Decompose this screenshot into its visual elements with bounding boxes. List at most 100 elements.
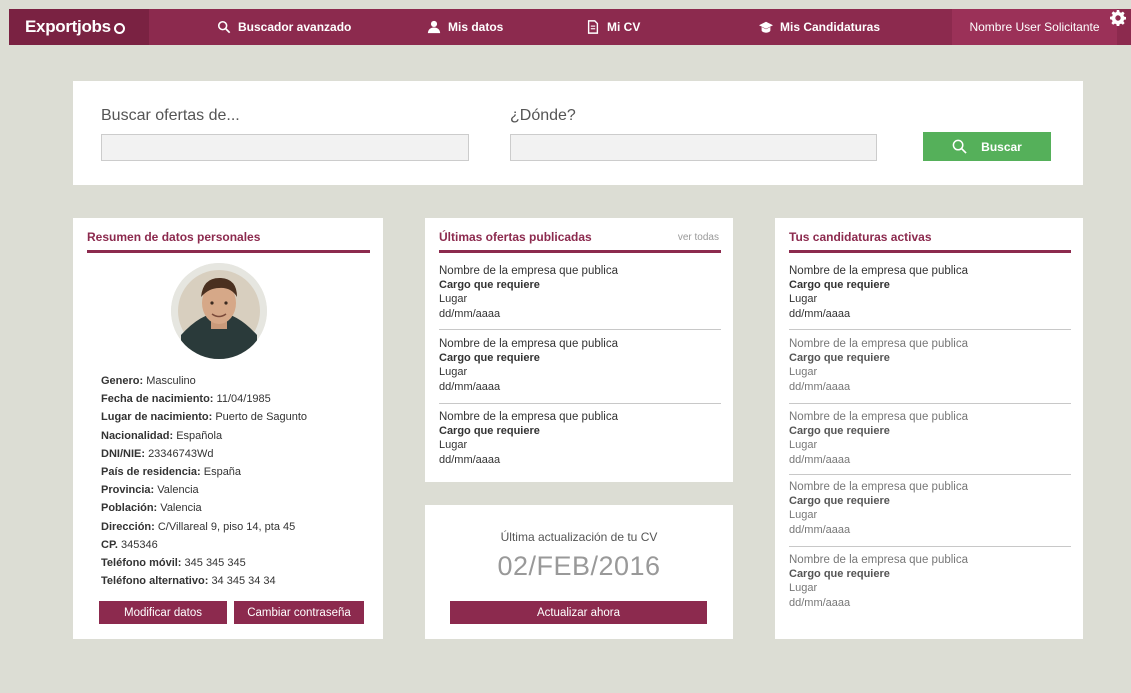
application-date: dd/mm/aaaa [789, 596, 851, 609]
application-company: Nombre de la empresa que publica [789, 554, 968, 566]
card-title: Últimas ofertas publicadas [439, 230, 592, 244]
offer-item[interactable]: Nombre de la empresa que publica Cargo q… [439, 264, 721, 321]
offer-company: Nombre de la empresa que publica [439, 265, 618, 277]
application-divider [789, 474, 1071, 475]
cv-update-date: 02/FEB/2016 [497, 551, 661, 581]
search-where-input[interactable] [510, 134, 877, 161]
card-title-rule [789, 250, 1071, 253]
profile-card: Resumen de datos personales Genero: Masc… [73, 218, 383, 639]
profile-field: Población: Valencia [101, 502, 202, 515]
cv-update-label: Última actualización de tu CV [500, 530, 658, 544]
application-place: Lugar [789, 293, 818, 306]
application-item[interactable]: Nombre de la empresa que publica Cargo q… [789, 337, 1071, 394]
profile-field: Teléfono móvil: 345 345 345 [101, 557, 246, 570]
nav-label: Mis datos [448, 20, 504, 34]
application-position: Cargo que requiere [789, 495, 890, 508]
user-icon [427, 20, 441, 34]
offer-place: Lugar [439, 439, 468, 452]
gear-icon [1110, 10, 1127, 27]
profile-field: País de residencia: España [101, 466, 242, 479]
search-what-input[interactable] [101, 134, 469, 161]
application-position: Cargo que requiere [789, 568, 890, 581]
application-item[interactable]: Nombre de la empresa que publica Cargo q… [789, 264, 1071, 321]
profile-field: Teléfono alternativo: 34 345 34 34 [101, 575, 276, 588]
offer-company: Nombre de la empresa que publica [439, 411, 618, 423]
profile-field: CP. 345346 [101, 538, 158, 551]
search-what-label: Buscar ofertas de... [101, 107, 240, 124]
profile-field: Nacionalidad: Española [101, 429, 223, 442]
offer-date: dd/mm/aaaa [439, 453, 501, 466]
profile-details: Genero: Masculino Fecha de nacimiento: 1… [101, 372, 307, 590]
active-applications-card: Tus candidaturas activas Nombre de la em… [775, 218, 1083, 639]
update-now-button[interactable]: Actualizar ahora [450, 601, 707, 624]
nav-advanced-search[interactable]: Buscador avanzado [217, 9, 351, 45]
profile-field: Fecha de nacimiento: 11/04/1985 [101, 393, 271, 406]
change-password-button[interactable]: Cambiar contraseña [234, 601, 364, 624]
search-button[interactable]: Buscar [923, 132, 1051, 161]
application-divider [789, 329, 1071, 330]
application-item[interactable]: Nombre de la empresa que publica Cargo q… [789, 480, 1071, 537]
profile-field: DNI/NIE: 23346743Wd [101, 447, 214, 460]
application-place: Lugar [789, 509, 818, 522]
offer-position: Cargo que requiere [439, 425, 540, 438]
search-panel: Buscar ofertas de... ¿Dónde? Buscar [73, 81, 1083, 185]
offer-divider [439, 403, 721, 404]
nav-my-applications[interactable]: Mis Candidaturas [759, 9, 880, 45]
cv-update-card: Última actualización de tu CV 02/FEB/201… [425, 505, 733, 639]
card-title-rule [87, 250, 370, 253]
profile-field: Provincia: Valencia [101, 484, 199, 497]
offer-company: Nombre de la empresa que publica [439, 338, 618, 350]
offer-date: dd/mm/aaaa [439, 380, 501, 393]
offer-place: Lugar [439, 366, 468, 379]
logo[interactable]: Exportjobs [9, 9, 149, 45]
settings-button[interactable] [1110, 10, 1127, 27]
application-item[interactable]: Nombre de la empresa que publica Cargo q… [789, 410, 1071, 467]
application-company: Nombre de la empresa que publica [789, 481, 968, 493]
search-button-label: Buscar [981, 139, 1022, 154]
document-icon [587, 20, 599, 34]
card-title: Resumen de datos personales [87, 230, 261, 244]
application-item[interactable]: Nombre de la empresa que publica Cargo q… [789, 553, 1071, 610]
application-position: Cargo que requiere [789, 352, 890, 365]
offer-place: Lugar [439, 293, 468, 306]
search-icon [217, 20, 231, 34]
application-company: Nombre de la empresa que publica [789, 265, 968, 277]
nav-label: Mis Candidaturas [780, 20, 881, 34]
offer-date: dd/mm/aaaa [439, 307, 501, 320]
application-position: Cargo que requiere [789, 425, 890, 438]
latest-offers-card: Últimas ofertas publicadas ver todas Nom… [425, 218, 733, 482]
nav-label: Buscador avanzado [238, 20, 352, 34]
avatar-portrait [171, 263, 267, 359]
nav-my-cv[interactable]: Mi CV [586, 9, 640, 45]
application-divider [789, 403, 1071, 404]
nav-label: Mi CV [607, 20, 641, 34]
top-navigation-bar: Exportjobs Buscador avanzado Mis datos M… [9, 9, 1131, 45]
offer-item[interactable]: Nombre de la empresa que publica Cargo q… [439, 337, 721, 394]
logo-text: Exportjobs [25, 17, 111, 36]
application-date: dd/mm/aaaa [789, 380, 851, 393]
offer-position: Cargo que requiere [439, 279, 540, 292]
nav-my-data[interactable]: Mis datos [427, 9, 503, 45]
card-title-rule [439, 250, 721, 253]
application-divider [789, 546, 1071, 547]
offer-position: Cargo que requiere [439, 352, 540, 365]
application-date: dd/mm/aaaa [789, 523, 851, 536]
profile-field: Genero: Masculino [101, 375, 196, 387]
profile-field: Lugar de nacimiento: Puerto de Sagunto [101, 411, 308, 424]
modify-data-button[interactable]: Modificar datos [99, 601, 227, 624]
application-place: Lugar [789, 366, 818, 379]
offer-item[interactable]: Nombre de la empresa que publica Cargo q… [439, 410, 721, 467]
application-company: Nombre de la empresa que publica [789, 411, 968, 423]
application-company: Nombre de la empresa que publica [789, 338, 968, 350]
application-date: dd/mm/aaaa [789, 307, 851, 320]
user-menu[interactable]: Nombre User Solicitante [952, 9, 1117, 45]
offer-divider [439, 329, 721, 330]
see-all-link[interactable]: ver todas [678, 232, 719, 243]
application-place: Lugar [789, 582, 818, 595]
search-where-label: ¿Dónde? [510, 107, 576, 124]
graduation-cap-icon [759, 21, 773, 33]
card-title: Tus candidaturas activas [789, 230, 932, 244]
search-icon [952, 139, 967, 154]
application-position: Cargo que requiere [789, 279, 890, 292]
user-name: Nombre User Solicitante [969, 20, 1100, 34]
